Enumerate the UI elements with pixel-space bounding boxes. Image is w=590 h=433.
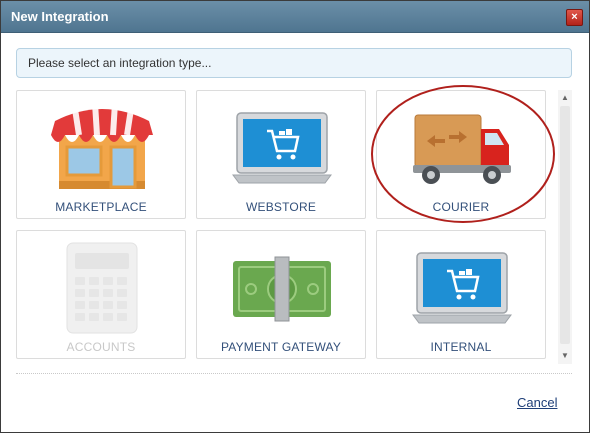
cancel-link[interactable]: Cancel <box>517 395 557 410</box>
footer-divider <box>16 373 572 374</box>
tile-payment-gateway-label: PAYMENT GATEWAY <box>220 340 342 354</box>
tile-internal-label: INTERNAL <box>430 340 492 354</box>
scrollbar-thumb[interactable] <box>560 106 570 344</box>
dialog-title: New Integration <box>11 9 109 24</box>
tile-marketplace-label: MARKETPLACE <box>55 200 147 214</box>
titlebar: New Integration × <box>1 1 589 33</box>
tile-courier[interactable]: COURIER <box>376 90 546 219</box>
grid-scrollbar[interactable]: ▲ ▼ <box>558 90 572 364</box>
tile-accounts: ACCOUNTS <box>16 230 186 359</box>
integration-type-grid: MARKETPLACE WEBSTORE COURIER ACCOUNTS PA… <box>16 85 555 364</box>
marketplace-store-icon <box>51 102 153 189</box>
laptop-cart-icon <box>232 112 332 184</box>
tile-webstore[interactable]: WEBSTORE <box>196 90 366 219</box>
new-integration-dialog: New Integration × Please select an integ… <box>0 0 590 433</box>
banknote-icon <box>233 256 331 322</box>
delivery-truck-icon <box>413 114 511 184</box>
instruction-message: Please select an integration type... <box>16 48 572 78</box>
tile-marketplace[interactable]: MARKETPLACE <box>16 90 186 219</box>
calculator-icon <box>66 242 138 334</box>
laptop-cart-icon <box>412 252 512 324</box>
tile-accounts-label: ACCOUNTS <box>66 340 136 354</box>
scroll-down-arrow-icon[interactable]: ▼ <box>558 350 572 362</box>
tile-courier-label: COURIER <box>432 200 490 214</box>
close-icon[interactable]: × <box>566 9 583 26</box>
tile-payment-gateway[interactable]: PAYMENT GATEWAY <box>196 230 366 359</box>
tile-webstore-label: WEBSTORE <box>245 200 317 214</box>
tile-internal[interactable]: INTERNAL <box>376 230 546 359</box>
scroll-up-arrow-icon[interactable]: ▲ <box>558 92 572 104</box>
